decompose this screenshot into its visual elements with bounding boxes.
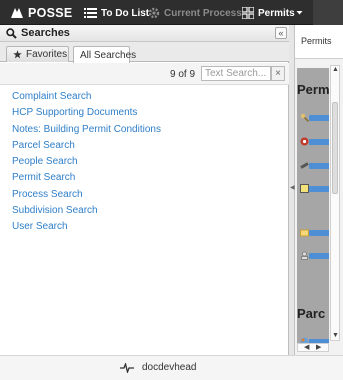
permit-row-link[interactable] [309,253,329,259]
list-item: Process Search [12,189,161,205]
searches-title: Searches [21,27,70,39]
searches-panel: Searches « Favorites All Searches 9 of 9… [0,25,289,355]
username: docdevhead [142,362,197,373]
permits-content: Perm Parc [297,68,329,351]
permits-nav[interactable]: Permits [242,5,295,21]
tab-all-searches[interactable]: All Searches [73,46,136,63]
list-item: Notes: Building Permit Conditions [12,124,161,140]
star-icon [13,50,22,59]
people-icon [300,251,309,260]
permit-row-link[interactable] [309,230,329,236]
permits-panel-body: Perm Parc ▲ ▼ ◀ ▶ [295,59,343,355]
current-process-label: Current Process [164,7,242,19]
posse-logo-icon [10,5,28,22]
current-process-nav[interactable]: Current Process [148,5,242,21]
permits-panel-title: Permits [301,36,332,46]
permits-panel: Permits Perm Parc ▲ ▼ ◀ ▶ [295,25,343,355]
top-navigation-bar: POSSE To Do List Current Process Permits [0,0,343,25]
status-bar: docdevhead [0,355,343,380]
search-icon [6,27,17,39]
permit-row-link[interactable] [309,163,329,169]
horizontal-scrollbar[interactable]: ◀ ▶ [297,343,329,352]
permit-row-link[interactable] [309,115,329,121]
document-icon [300,137,309,146]
pulse-icon [120,362,134,373]
splitter-grip-icon: ◀ [290,185,295,191]
scroll-down-icon[interactable]: ▼ [332,332,339,339]
search-toolbar: 9 of 9 × [0,63,289,85]
scroll-left-icon[interactable]: ◀ [304,344,309,351]
vertical-scrollbar[interactable]: ▲ ▼ [330,65,340,341]
current-user[interactable]: docdevhead [120,362,197,373]
permits-label: Permits [258,7,295,19]
key-icon [300,113,310,123]
text-search-input[interactable] [201,66,271,81]
posse-logo[interactable]: POSSE [10,5,73,21]
scroll-up-icon[interactable]: ▲ [332,66,339,73]
search-link[interactable]: Permit Search [12,172,75,183]
collapse-panel-button[interactable]: « [275,27,287,39]
tab-favorites-label: Favorites [26,49,68,60]
search-tabs: Favorites All Searches [0,42,289,63]
list-icon [84,7,97,19]
todo-list-label: To Do List [101,7,150,19]
list-item: Permit Search [12,172,161,188]
list-item: Parcel Search [12,140,161,156]
todo-list-nav[interactable]: To Do List [84,5,149,21]
permits-panel-header: Permits [295,25,343,59]
grid-icon [242,7,254,19]
permit-row-link[interactable] [309,139,329,145]
search-link[interactable]: User Search [12,221,68,232]
topbar-overflow-tab[interactable] [313,0,343,25]
gear-icon [148,7,160,19]
search-link[interactable]: Notes: Building Permit Conditions [12,124,161,135]
folder-icon [300,228,309,237]
search-results-list: Complaint Search HCP Supporting Document… [12,91,161,238]
logo-text: POSSE [28,6,73,20]
search-link[interactable]: Parcel Search [12,140,75,151]
tools-icon [300,161,309,170]
list-item: User Search [12,221,161,237]
scroll-right-icon[interactable]: ▶ [316,344,321,351]
search-link[interactable]: HCP Supporting Documents [12,107,137,118]
permit-row-link[interactable] [309,186,329,192]
chevron-down-icon[interactable] [296,7,303,19]
section-heading: Parc [297,306,326,321]
list-item: Subdivision Search [12,205,161,221]
result-count: 9 of 9 [170,69,196,80]
search-link[interactable]: Process Search [12,189,83,200]
list-item: HCP Supporting Documents [12,107,161,123]
panel-title: Searches [6,27,70,39]
searches-panel-header: Searches « [0,25,289,42]
list-item: People Search [12,156,161,172]
scroll-thumb[interactable] [332,102,338,194]
list-item: Complaint Search [12,91,161,107]
clear-search-button[interactable]: × [271,66,285,81]
section-heading: Perm [297,82,329,97]
search-link[interactable]: Subdivision Search [12,205,98,216]
tab-favorites[interactable]: Favorites [6,46,69,62]
search-link[interactable]: People Search [12,156,78,167]
search-link[interactable]: Complaint Search [12,91,91,102]
note-icon [300,184,309,193]
